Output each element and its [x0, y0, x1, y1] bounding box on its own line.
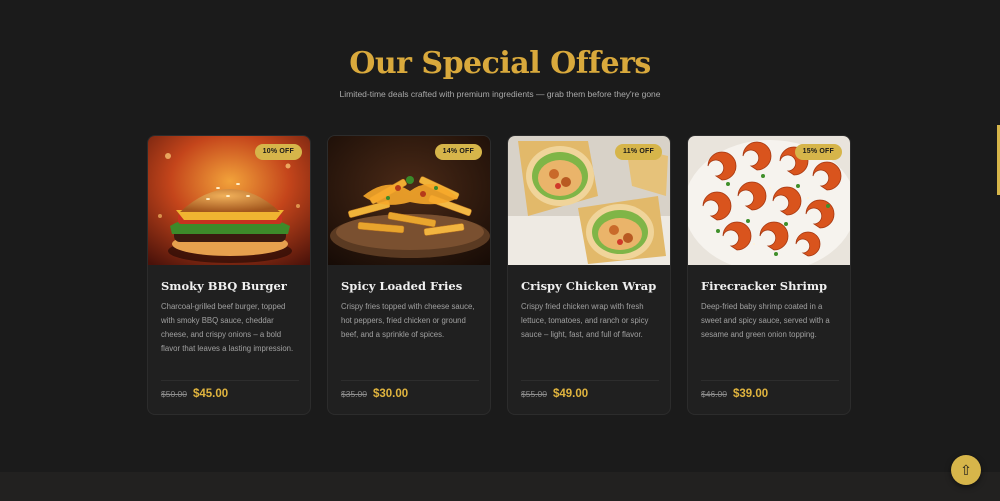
offer-card-burger[interactable]: 10% OFF Smoky BBQ Burger Charcoal-grille… — [147, 135, 311, 415]
offer-card-wrap[interactable]: 11% OFF Crispy Chicken Wrap Crispy fried… — [507, 135, 671, 415]
card-divider — [161, 380, 299, 381]
price-row: $35.00 $30.00 — [341, 388, 481, 404]
price-row: $50.00 $45.00 — [161, 388, 301, 404]
scroll-to-top-button[interactable]: ⇧ — [951, 455, 981, 485]
new-price: $39.00 — [733, 388, 769, 400]
offer-description: Charcoal-grilled beef burger, topped wit… — [161, 302, 294, 353]
offer-description: Deep-fried baby shrimp coated in a sweet… — [701, 302, 830, 339]
old-price: $55.00 — [521, 389, 547, 399]
discount-badge: 14% OFF — [434, 144, 482, 160]
offer-title[interactable]: Crispy Chicken Wrap — [521, 279, 661, 293]
old-price: $50.00 — [161, 389, 187, 399]
card-divider — [341, 380, 479, 381]
section-subtitle: Limited-time deals crafted with premium … — [339, 89, 661, 99]
offer-title[interactable]: Spicy Loaded Fries — [341, 279, 481, 293]
discount-badge: 11% OFF — [615, 144, 662, 160]
price-row: $46.00 $39.00 — [701, 388, 841, 404]
footer-strip — [0, 472, 1000, 501]
old-price: $46.00 — [701, 389, 727, 399]
card-divider — [521, 380, 659, 381]
new-price: $30.00 — [373, 388, 409, 400]
section-title: Our Special Offers — [349, 46, 651, 81]
new-price: $45.00 — [193, 388, 229, 400]
old-price: $35.00 — [341, 389, 367, 399]
price-row: $55.00 $49.00 — [521, 388, 661, 404]
offers-grid: 10% OFF Smoky BBQ Burger Charcoal-grille… — [147, 135, 851, 415]
offer-description: Crispy fries topped with cheese sauce, h… — [341, 302, 475, 339]
offer-card-fries[interactable]: 14% OFF Spicy Loaded Fries Crispy fries … — [327, 135, 491, 415]
arrow-up-icon: ⇧ — [960, 462, 972, 478]
discount-badge: 10% OFF — [254, 144, 302, 160]
offer-title[interactable]: Smoky BBQ Burger — [161, 279, 301, 293]
card-divider — [701, 380, 839, 381]
discount-badge: 15% OFF — [794, 144, 842, 160]
offer-description: Crispy fried chicken wrap with fresh let… — [521, 302, 649, 339]
offer-card-shrimp[interactable]: 15% OFF Firecracker Shrimp Deep-fried ba… — [687, 135, 851, 415]
offer-title[interactable]: Firecracker Shrimp — [701, 279, 841, 293]
new-price: $49.00 — [553, 388, 589, 400]
